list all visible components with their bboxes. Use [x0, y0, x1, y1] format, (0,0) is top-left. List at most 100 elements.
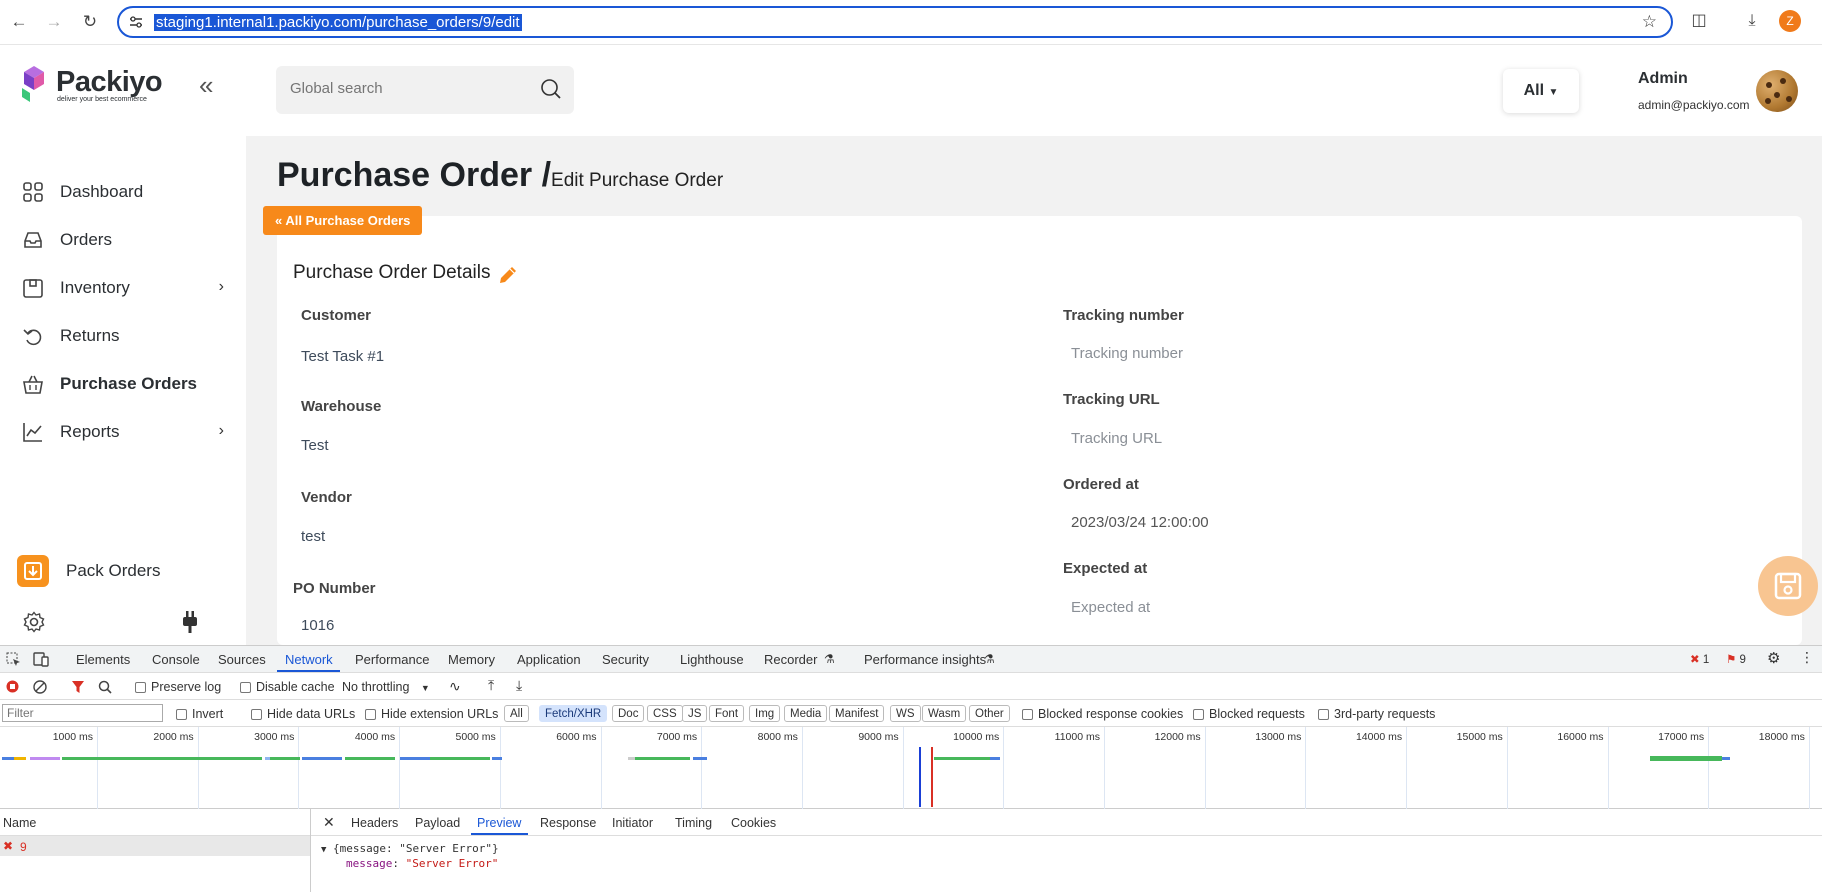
more-options-icon[interactable]: ⋮ — [1800, 649, 1814, 666]
search-icon[interactable] — [540, 78, 562, 100]
address-bar[interactable]: staging1.internal1.packiyo.com/purchase_… — [117, 6, 1673, 38]
save-button[interactable] — [1758, 556, 1818, 616]
tab-elements[interactable]: Elements — [76, 652, 130, 667]
devtools-settings-icon[interactable]: ⚙ — [1767, 649, 1780, 667]
extensions-icon[interactable]: ◫ — [1688, 10, 1710, 32]
global-search[interactable] — [276, 66, 574, 114]
issues-count-badge[interactable]: ⚑ 9 — [1726, 652, 1746, 666]
preserve-log-checkbox[interactable]: Preserve log — [135, 680, 221, 694]
network-conditions-icon[interactable]: ∿ — [449, 678, 461, 695]
sidebar-item-orders[interactable]: Orders — [22, 224, 232, 256]
tab-network[interactable]: Network — [285, 652, 333, 667]
tab-console[interactable]: Console — [152, 652, 200, 667]
timeline-request-bar — [934, 757, 994, 760]
clear-icon[interactable] — [33, 680, 47, 694]
request-name: 9 — [20, 840, 27, 854]
tab-lighthouse[interactable]: Lighthouse — [680, 652, 744, 667]
preview-tree[interactable]: ▼ {message: "Server Error"} — [321, 842, 499, 855]
hide-extension-urls-checkbox[interactable]: Hide extension URLs — [365, 707, 498, 721]
gear-icon[interactable] — [23, 611, 45, 633]
request-row[interactable]: ✖ 9 — [0, 836, 310, 856]
blocked-cookies-checkbox[interactable]: Blocked response cookies — [1022, 707, 1183, 721]
po-number-field[interactable]: 1016 — [301, 617, 334, 634]
all-purchase-orders-button[interactable]: « All Purchase Orders — [263, 206, 422, 235]
type-filter-img[interactable]: Img — [749, 705, 781, 722]
type-filter-all[interactable]: All — [504, 705, 529, 722]
user-avatar[interactable] — [1756, 70, 1798, 112]
tab-timing[interactable]: Timing — [675, 816, 712, 830]
tab-response[interactable]: Response — [540, 816, 596, 830]
tab-sources[interactable]: Sources — [218, 652, 266, 667]
tab-recorder[interactable]: Recorder — [764, 652, 817, 667]
type-filter-wasm[interactable]: Wasm — [922, 705, 967, 722]
type-filter-media[interactable]: Media — [784, 705, 828, 722]
site-info-icon[interactable] — [129, 15, 143, 29]
hide-data-urls-checkbox[interactable]: Hide data URLs — [251, 707, 355, 721]
blocked-requests-checkbox[interactable]: Blocked requests — [1193, 707, 1305, 721]
third-party-checkbox[interactable]: 3rd-party requests — [1318, 707, 1435, 721]
sidebar-item-returns[interactable]: Returns — [22, 320, 232, 352]
sidebar-item-inventory[interactable]: Inventory › — [22, 272, 232, 304]
device-toolbar-icon[interactable] — [33, 652, 49, 667]
sidebar-item-reports[interactable]: Reports › — [22, 416, 232, 448]
tab-payload[interactable]: Payload — [415, 816, 460, 830]
close-icon[interactable]: ✕ — [323, 814, 335, 831]
bookmark-star-icon[interactable]: ☆ — [1642, 12, 1657, 32]
name-column-header[interactable]: Name — [3, 816, 36, 830]
forward-arrow-icon[interactable]: → — [44, 12, 64, 32]
pack-orders-icon — [17, 555, 49, 587]
type-filter-css[interactable]: CSS — [647, 705, 683, 722]
url-text[interactable]: staging1.internal1.packiyo.com/purchase_… — [154, 14, 522, 31]
sidebar-item-purchase-orders[interactable]: Purchase Orders — [22, 368, 232, 400]
plug-icon[interactable] — [179, 610, 201, 634]
tracking-url-field[interactable]: Tracking URL — [1071, 430, 1162, 447]
tab-initiator[interactable]: Initiator — [612, 816, 653, 830]
type-filter-manifest[interactable]: Manifest — [829, 705, 885, 722]
throttling-select[interactable]: No throttling ▼ — [342, 680, 430, 694]
type-filter-doc[interactable]: Doc — [612, 705, 645, 722]
tab-headers[interactable]: Headers — [351, 816, 398, 830]
disable-cache-checkbox[interactable]: Disable cache — [240, 680, 335, 694]
tab-security[interactable]: Security — [602, 652, 649, 667]
network-timeline-overview[interactable]: 1000 ms 2000 ms 3000 ms 4000 ms 5000 ms 6000 … — [0, 727, 1822, 809]
timeline-request-bar — [400, 757, 430, 760]
reload-icon[interactable]: ↻ — [80, 12, 100, 32]
record-stop-icon[interactable] — [6, 680, 19, 693]
tab-memory[interactable]: Memory — [448, 652, 495, 667]
pack-orders-button[interactable]: Pack Orders — [17, 555, 160, 587]
tab-cookies[interactable]: Cookies — [731, 816, 776, 830]
type-filter-fetch-xhr[interactable]: Fetch/XHR — [539, 705, 608, 722]
vendor-value[interactable]: test — [301, 528, 325, 545]
ordered-at-field[interactable]: 2023/03/24 12:00:00 — [1071, 514, 1209, 531]
type-filter-font[interactable]: Font — [709, 705, 745, 722]
type-filter-other[interactable]: Other — [969, 705, 1010, 722]
error-count-badge[interactable]: ✖ 1 — [1690, 652, 1709, 666]
download-icon[interactable]: ⤓ — [1741, 10, 1763, 32]
expected-at-field[interactable]: Expected at — [1071, 599, 1150, 616]
tracking-number-field[interactable]: Tracking number — [1071, 345, 1183, 362]
customer-value[interactable]: Test Task #1 — [301, 348, 384, 365]
scope-dropdown[interactable]: All ▼ — [1503, 69, 1579, 113]
timeline-gridline — [1406, 727, 1408, 809]
collapse-sidebar-icon[interactable]: « — [199, 70, 213, 101]
type-filter-js[interactable]: JS — [682, 705, 708, 722]
type-filter-ws[interactable]: WS — [890, 705, 921, 722]
expand-triangle-icon[interactable]: ▼ — [321, 845, 326, 855]
export-har-icon[interactable]: ⤓ — [516, 677, 522, 694]
invert-checkbox[interactable]: Invert — [176, 707, 223, 721]
filter-funnel-icon[interactable] — [71, 680, 85, 694]
inspect-element-icon[interactable] — [6, 652, 21, 667]
tab-performance[interactable]: Performance — [355, 652, 429, 667]
import-har-icon[interactable]: ⤒ — [488, 677, 494, 694]
pencil-icon[interactable] — [497, 264, 519, 286]
network-filter-input[interactable] — [2, 704, 163, 722]
search-icon[interactable] — [98, 680, 112, 694]
back-arrow-icon[interactable]: ← — [9, 12, 29, 32]
sidebar-item-dashboard[interactable]: Dashboard — [22, 176, 232, 208]
tab-preview[interactable]: Preview — [477, 816, 521, 830]
warehouse-value[interactable]: Test — [301, 437, 329, 454]
profile-avatar[interactable]: Z — [1779, 10, 1801, 32]
tab-application[interactable]: Application — [517, 652, 581, 667]
search-input[interactable] — [290, 80, 520, 97]
tab-performance-insights[interactable]: Performance insights — [864, 652, 986, 667]
